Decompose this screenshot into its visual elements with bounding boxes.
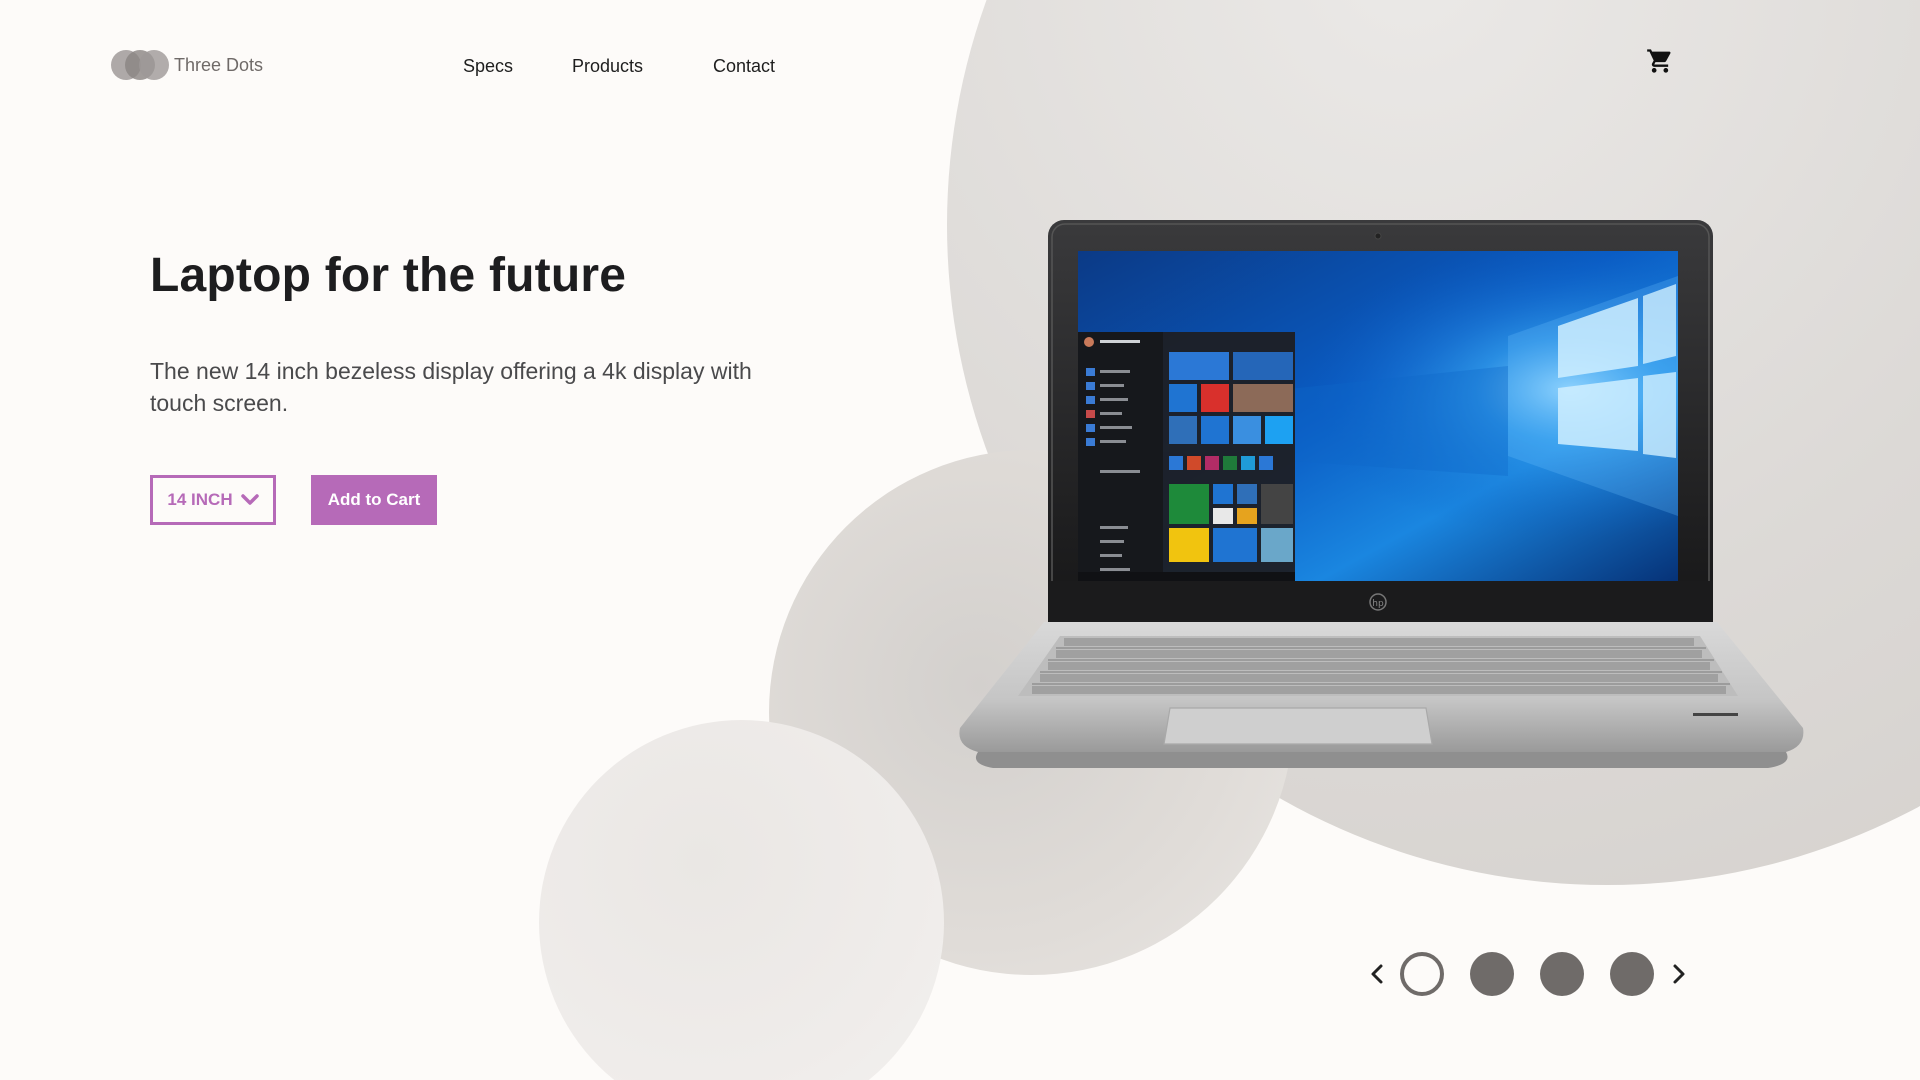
svg-text:hp: hp	[1372, 599, 1384, 609]
add-to-cart-button[interactable]: Add to Cart	[311, 475, 437, 525]
page: Three Dots Specs Products Contact Laptop…	[0, 0, 1920, 1080]
three-dots-logo-icon	[111, 50, 169, 80]
hero-title: Laptop for the future	[150, 249, 627, 302]
carousel-dot-1[interactable]	[1400, 952, 1444, 996]
brand-logo[interactable]: Three Dots	[111, 50, 263, 80]
carousel-dot-2[interactable]	[1470, 952, 1514, 996]
nav-link-contact[interactable]: Contact	[713, 56, 775, 77]
hero-description: The new 14 inch bezeless display offerin…	[150, 358, 752, 416]
nav-link-products[interactable]: Products	[572, 56, 643, 77]
laptop-product-image: hp	[959, 220, 1804, 768]
carousel-dot-4[interactable]	[1610, 952, 1654, 996]
chevron-right-icon[interactable]	[1668, 962, 1690, 986]
carousel-dot-3[interactable]	[1540, 952, 1584, 996]
brand-name: Three Dots	[174, 54, 264, 75]
chevron-left-icon[interactable]	[1366, 962, 1388, 986]
size-dropdown[interactable]: 14 INCH	[150, 475, 276, 525]
nav-link-specs[interactable]: Specs	[463, 56, 513, 77]
carousel-controls	[1366, 952, 1696, 996]
cart-button[interactable]	[1645, 47, 1675, 75]
size-dropdown-value: 14 INCH	[167, 490, 233, 509]
chevron-down-icon	[240, 494, 259, 505]
cart-icon	[1647, 49, 1671, 73]
